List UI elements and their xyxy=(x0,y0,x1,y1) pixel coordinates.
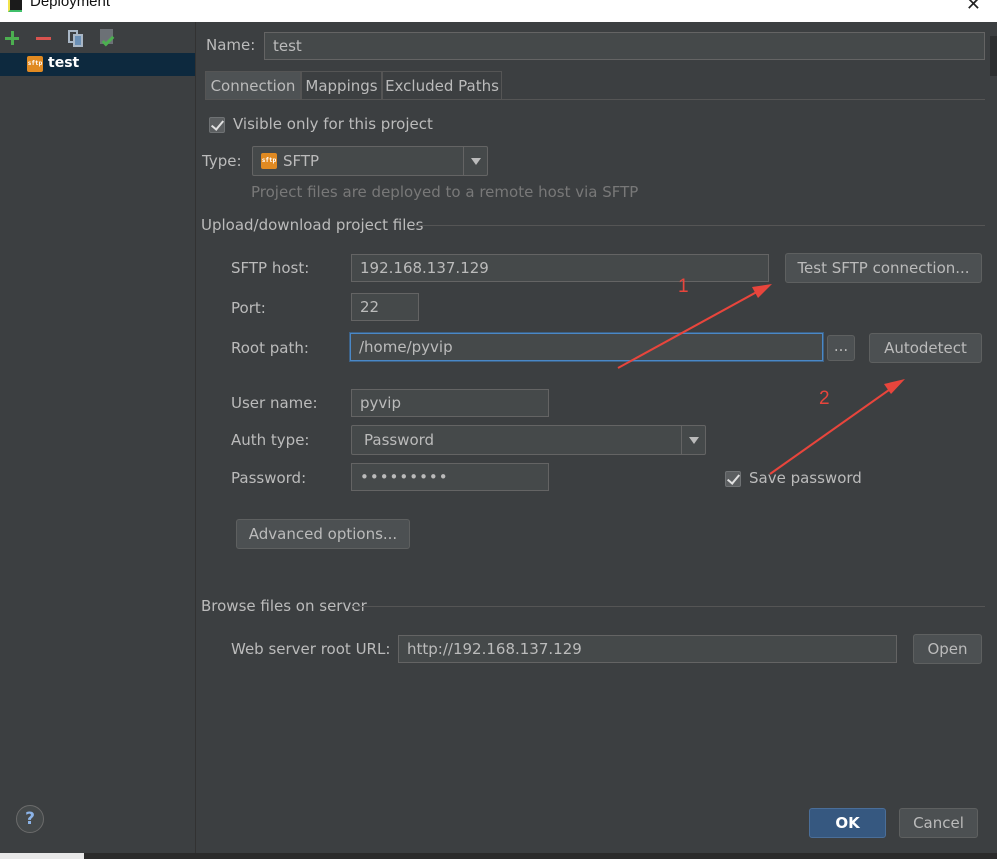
pycharm-app-icon xyxy=(8,0,22,12)
sftp-host-label: SFTP host: xyxy=(231,259,310,277)
test-connection-button[interactable]: Test SFTP connection... xyxy=(785,253,982,283)
type-label: Type: xyxy=(202,152,242,170)
minus-icon[interactable] xyxy=(34,28,54,48)
scrollbar-edge xyxy=(990,36,997,76)
sftp-host-field[interactable]: 192.168.137.129 xyxy=(351,254,769,282)
server-list-item-test[interactable]: sftp test xyxy=(0,53,195,76)
deployment-dialog: sftp test ? Name: test Connection Mappin… xyxy=(0,22,997,853)
tab-mappings[interactable]: Mappings xyxy=(301,71,382,99)
type-value: SFTP xyxy=(283,152,320,170)
title-bar: Deployment ✕ xyxy=(0,0,997,22)
help-button[interactable]: ? xyxy=(16,805,44,833)
tab-excluded-paths[interactable]: Excluded Paths xyxy=(382,71,502,99)
cancel-button[interactable]: Cancel xyxy=(899,808,978,838)
auth-type-value: Password xyxy=(364,431,435,449)
plus-icon[interactable] xyxy=(2,28,22,48)
sftp-icon: sftp xyxy=(27,56,43,72)
password-label: Password: xyxy=(231,469,307,487)
section-separator xyxy=(352,606,985,607)
taskbar-edge xyxy=(0,853,997,859)
server-list-toolbar xyxy=(0,24,196,52)
copy-icon[interactable] xyxy=(66,28,86,48)
port-field[interactable]: 22 xyxy=(351,293,419,321)
open-button[interactable]: Open xyxy=(913,634,982,664)
annotation-number-1: 1 xyxy=(678,276,689,297)
browse-section-title: Browse files on server xyxy=(201,597,367,615)
visible-only-checkbox[interactable] xyxy=(209,117,225,133)
user-name-field[interactable]: pyvip xyxy=(351,389,549,417)
visible-only-label: Visible only for this project xyxy=(233,115,433,133)
advanced-options-button[interactable]: Advanced options... xyxy=(236,519,410,549)
tab-connection[interactable]: Connection xyxy=(205,71,301,99)
chevron-down-icon xyxy=(463,147,487,175)
server-list-panel: sftp test ? xyxy=(0,22,196,853)
upload-section-title: Upload/download project files xyxy=(201,216,424,234)
type-hint: Project files are deployed to a remote h… xyxy=(251,183,639,201)
save-password-checkbox[interactable] xyxy=(725,471,741,487)
web-root-url-field[interactable]: http://192.168.137.129 xyxy=(398,635,897,663)
chevron-down-icon xyxy=(681,426,705,454)
password-field[interactable]: ••••••••• xyxy=(351,463,549,491)
section-separator xyxy=(414,225,985,226)
sftp-icon: sftp xyxy=(261,153,277,169)
user-name-label: User name: xyxy=(231,394,318,412)
web-root-url-label: Web server root URL: xyxy=(231,640,391,658)
server-name-label: test xyxy=(48,55,80,71)
set-default-icon[interactable] xyxy=(97,28,117,48)
save-password-label: Save password xyxy=(749,469,862,487)
port-label: Port: xyxy=(231,299,266,317)
type-dropdown[interactable]: sftp SFTP xyxy=(252,146,488,176)
auth-type-label: Auth type: xyxy=(231,431,310,449)
annotation-number-2: 2 xyxy=(819,388,830,409)
ok-button[interactable]: OK xyxy=(809,808,886,838)
close-icon[interactable]: ✕ xyxy=(966,0,981,15)
tabs-divider xyxy=(205,99,985,100)
name-label: Name: xyxy=(206,36,256,54)
auth-type-dropdown[interactable]: Password xyxy=(351,425,706,455)
window-title: Deployment xyxy=(30,0,111,10)
name-field[interactable]: test xyxy=(264,32,985,60)
autodetect-button[interactable]: Autodetect xyxy=(869,333,982,363)
root-path-field[interactable]: /home/pyvip xyxy=(350,333,823,361)
browse-button[interactable]: ... xyxy=(827,335,855,361)
root-path-label: Root path: xyxy=(231,339,309,357)
